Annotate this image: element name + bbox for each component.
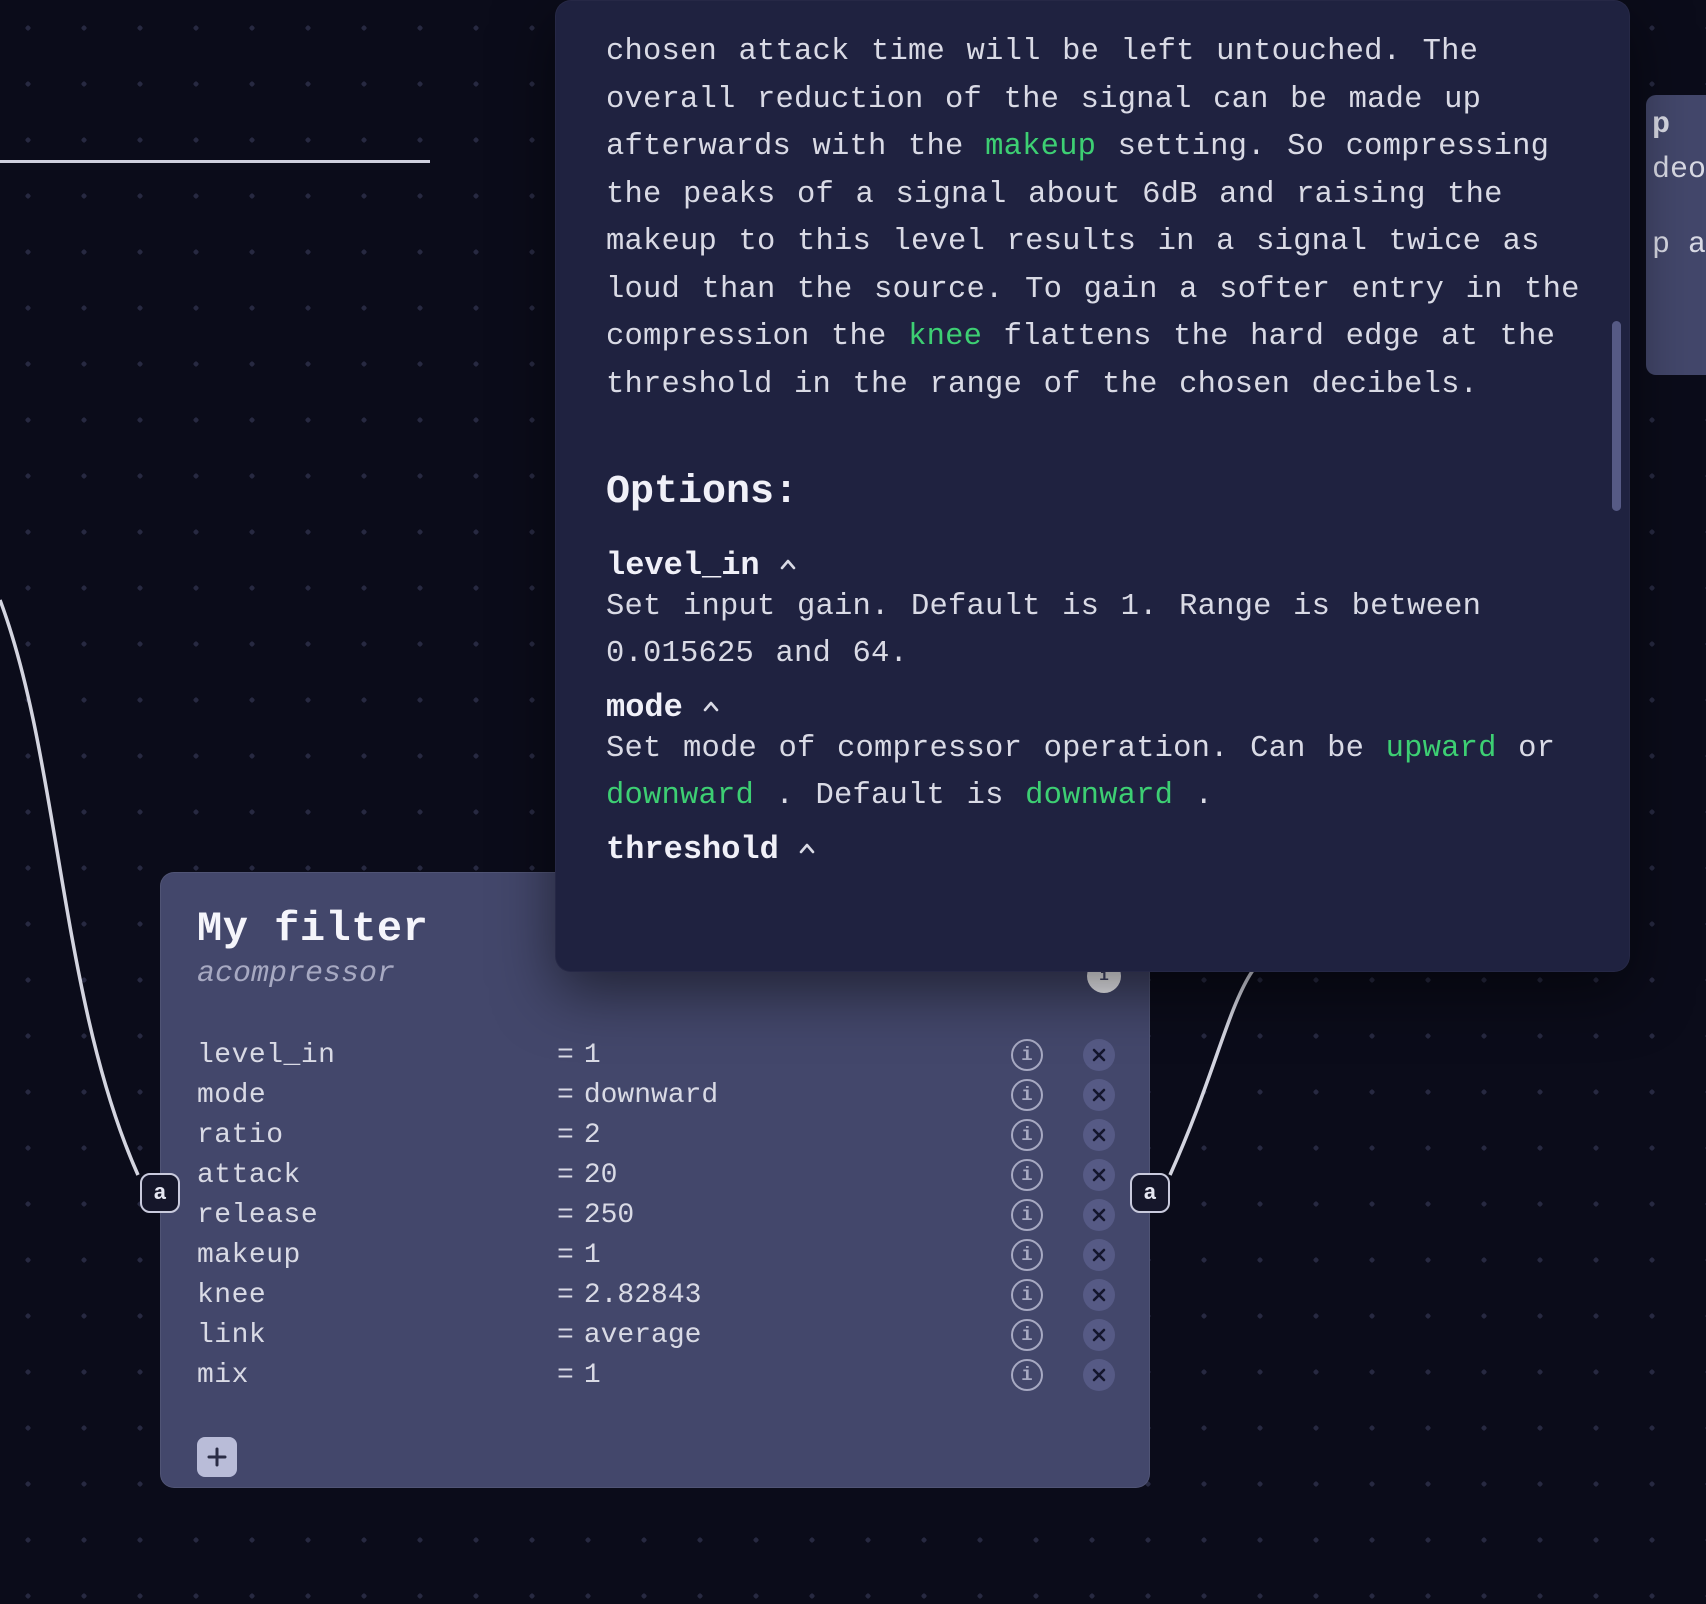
param-row: mix = 1 i	[197, 1355, 1115, 1395]
param-row: attack = 20 i	[197, 1155, 1115, 1195]
doc-text: Set mode of compressor operation. Can be	[606, 732, 1386, 766]
param-value[interactable]: downward	[584, 1080, 1011, 1111]
param-info-icon[interactable]: i	[1011, 1199, 1043, 1231]
param-delete-icon[interactable]	[1083, 1359, 1115, 1391]
param-info-icon[interactable]: i	[1011, 1319, 1043, 1351]
option-desc: Set input gain. Default is 1. Range is b…	[606, 584, 1581, 679]
param-name: ratio	[197, 1120, 557, 1151]
param-name: attack	[197, 1160, 557, 1191]
param-delete-icon[interactable]	[1083, 1119, 1115, 1151]
param-name: knee	[197, 1280, 557, 1311]
keyword-makeup: makeup	[985, 130, 1096, 164]
param-info-icon[interactable]: i	[1011, 1079, 1043, 1111]
option-name: mode	[606, 689, 683, 726]
param-value[interactable]: average	[584, 1320, 1011, 1351]
param-info-icon[interactable]: i	[1011, 1119, 1043, 1151]
node-output-port[interactable]: a	[1130, 1173, 1170, 1213]
option-header-level-in[interactable]: level_in	[606, 547, 1581, 584]
doc-popover: chosen attack time will be left untouche…	[555, 0, 1630, 972]
param-delete-icon[interactable]	[1083, 1079, 1115, 1111]
keyword-knee: knee	[908, 320, 982, 354]
doc-options-heading: Options:	[606, 470, 1581, 515]
doc-text: . Default is	[754, 779, 1025, 813]
option-header-threshold[interactable]: threshold	[606, 831, 1581, 868]
param-equals: =	[557, 1160, 574, 1191]
param-row: level_in = 1 i	[197, 1035, 1115, 1075]
param-value[interactable]: 1	[584, 1360, 1011, 1391]
param-name: link	[197, 1320, 557, 1351]
param-value[interactable]: 20	[584, 1160, 1011, 1191]
param-list: level_in = 1 i mode = downward i ratio =…	[197, 1035, 1115, 1395]
param-equals: =	[557, 1360, 574, 1391]
param-value[interactable]: 1	[584, 1040, 1011, 1071]
param-info-icon[interactable]: i	[1011, 1039, 1043, 1071]
bg-frag-line: p	[1652, 105, 1670, 145]
param-name: makeup	[197, 1240, 557, 1271]
option-name: level_in	[606, 547, 760, 584]
param-delete-icon[interactable]	[1083, 1199, 1115, 1231]
param-info-icon[interactable]: i	[1011, 1359, 1043, 1391]
bg-frag-line: deo.	[1652, 150, 1706, 190]
param-delete-icon[interactable]	[1083, 1239, 1115, 1271]
option-header-mode[interactable]: mode	[606, 689, 1581, 726]
bg-frag-line: p ac	[1652, 225, 1706, 265]
param-name: level_in	[197, 1040, 557, 1071]
doc-scrollbar[interactable]	[1612, 321, 1621, 511]
param-name: mix	[197, 1360, 557, 1391]
background-node-fragment: p deo. p ac	[1646, 95, 1706, 375]
param-value[interactable]: 2	[584, 1120, 1011, 1151]
option-name: threshold	[606, 831, 779, 868]
param-delete-icon[interactable]	[1083, 1319, 1115, 1351]
param-equals: =	[557, 1120, 574, 1151]
doc-text: .	[1173, 779, 1213, 813]
param-value[interactable]: 250	[584, 1200, 1011, 1231]
option-desc: Set mode of compressor operation. Can be…	[606, 726, 1581, 821]
keyword-downward: downward	[1025, 779, 1173, 813]
param-equals: =	[557, 1320, 574, 1351]
param-delete-icon[interactable]	[1083, 1279, 1115, 1311]
node-input-port[interactable]: a	[140, 1173, 180, 1213]
param-name: release	[197, 1200, 557, 1231]
param-equals: =	[557, 1280, 574, 1311]
param-info-icon[interactable]: i	[1011, 1239, 1043, 1271]
param-equals: =	[557, 1080, 574, 1111]
param-row: link = average i	[197, 1315, 1115, 1355]
param-row: knee = 2.82843 i	[197, 1275, 1115, 1315]
param-value[interactable]: 2.82843	[584, 1280, 1011, 1311]
param-row: mode = downward i	[197, 1075, 1115, 1115]
wire-segment-top	[0, 160, 430, 163]
param-info-icon[interactable]: i	[1011, 1279, 1043, 1311]
param-row: release = 250 i	[197, 1195, 1115, 1235]
param-value[interactable]: 1	[584, 1240, 1011, 1271]
param-row: makeup = 1 i	[197, 1235, 1115, 1275]
chevron-up-icon	[778, 555, 798, 575]
param-name: mode	[197, 1080, 557, 1111]
param-equals: =	[557, 1240, 574, 1271]
doc-paragraph: chosen attack time will be left untouche…	[606, 29, 1581, 410]
doc-text: or	[1497, 732, 1556, 766]
chevron-up-icon	[797, 839, 817, 859]
param-equals: =	[557, 1040, 574, 1071]
param-delete-icon[interactable]	[1083, 1159, 1115, 1191]
keyword-downward: downward	[606, 779, 754, 813]
param-row: ratio = 2 i	[197, 1115, 1115, 1155]
param-delete-icon[interactable]	[1083, 1039, 1115, 1071]
chevron-up-icon	[701, 697, 721, 717]
param-equals: =	[557, 1200, 574, 1231]
add-param-button[interactable]	[197, 1437, 237, 1477]
keyword-upward: upward	[1386, 732, 1497, 766]
param-info-icon[interactable]: i	[1011, 1159, 1043, 1191]
